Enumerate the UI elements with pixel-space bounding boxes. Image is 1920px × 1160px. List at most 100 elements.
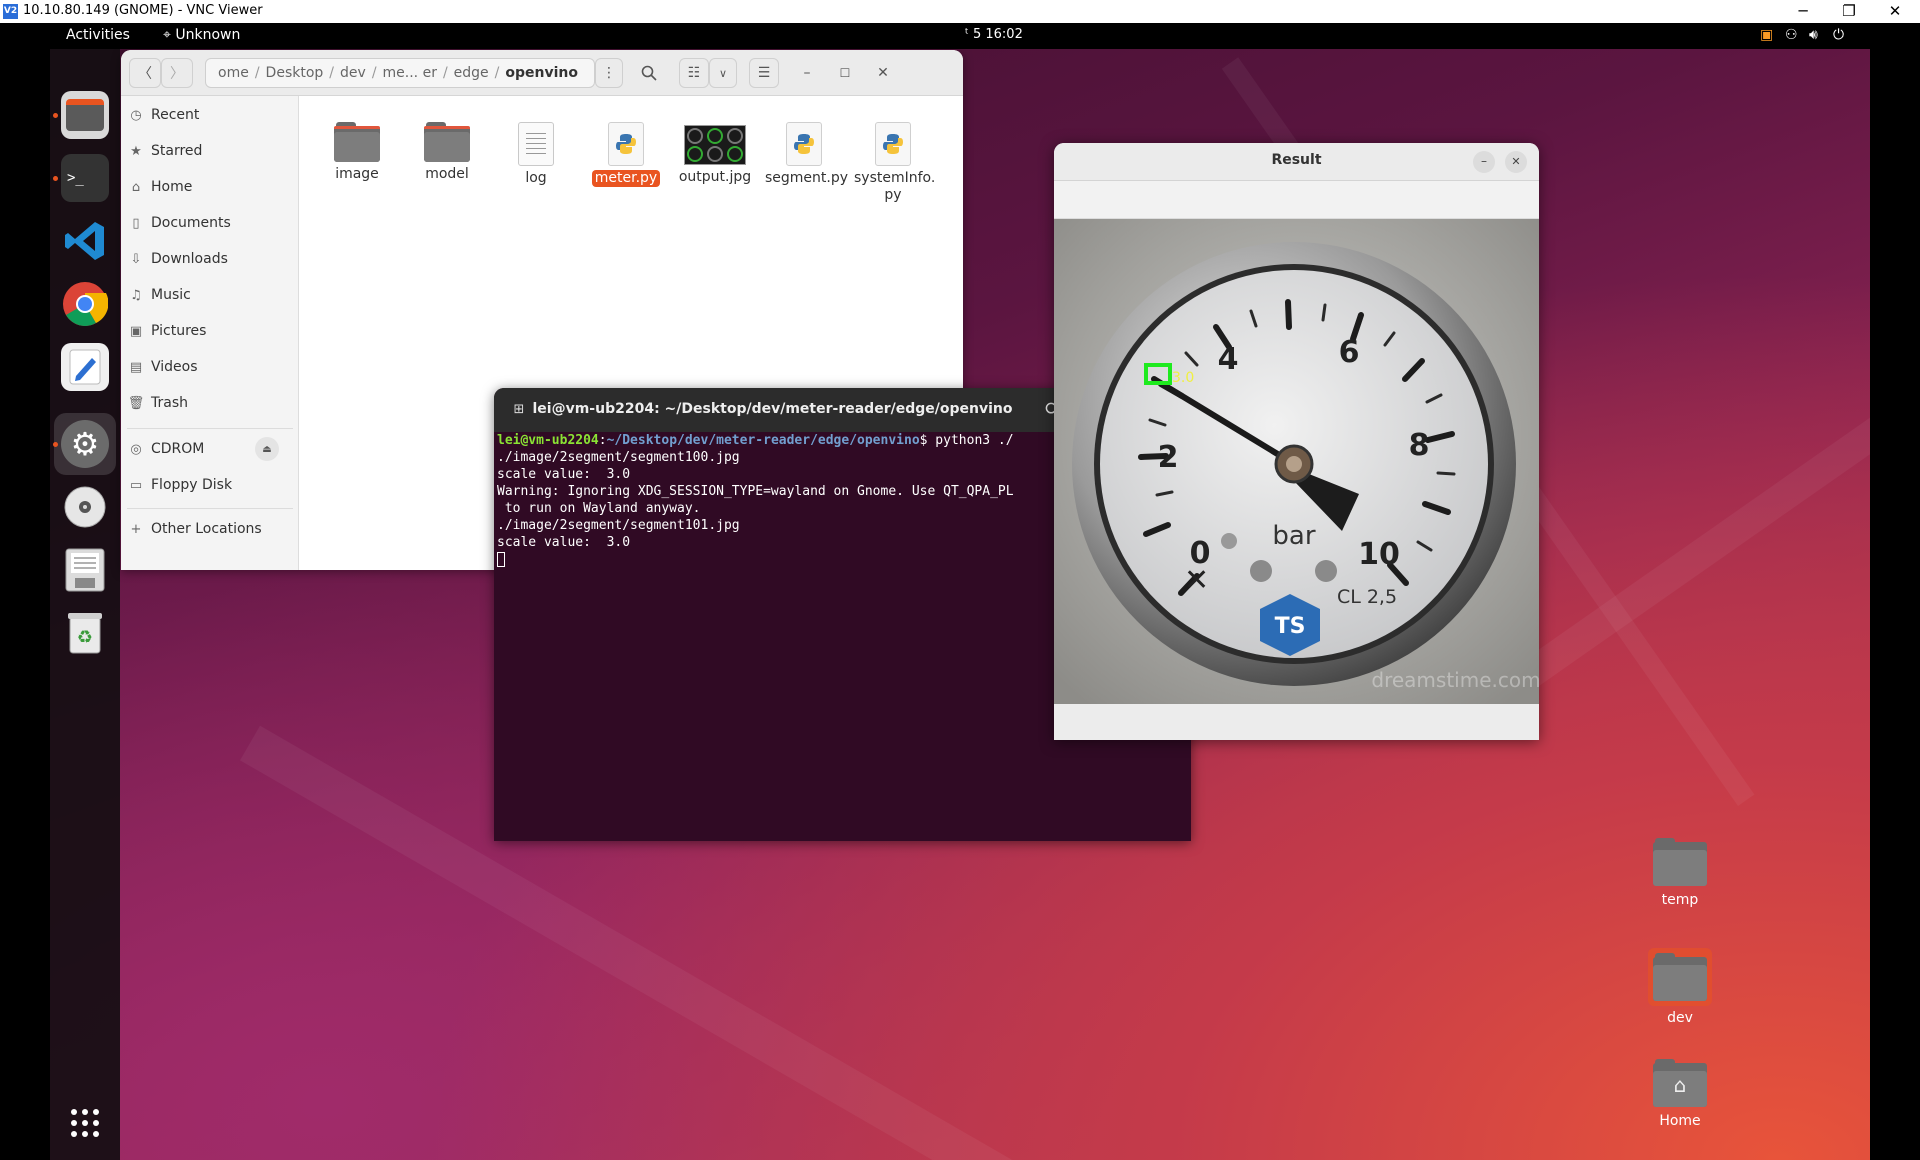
sidebar-item-label: Videos — [151, 359, 198, 375]
eject-icon[interactable]: ⏏ — [255, 437, 279, 461]
sidebar-item-pictures[interactable]: ▣ Pictures — [121, 316, 299, 346]
sidebar-item-other-locations[interactable]: + Other Locations — [121, 514, 299, 544]
desktop-icon-home[interactable]: ⌂ Home — [1635, 1059, 1725, 1129]
folder-icon — [1653, 838, 1707, 886]
result-headerbar: Result – ✕ — [1054, 143, 1539, 181]
forward-button[interactable]: 〉 — [161, 58, 193, 88]
star-icon: ★ — [130, 143, 142, 159]
sidebar-item-home[interactable]: ⌂ Home — [121, 172, 299, 202]
terminal-cursor — [497, 552, 505, 567]
vnc-close-button[interactable]: ✕ — [1872, 0, 1918, 23]
text-editor-icon[interactable] — [61, 343, 109, 391]
sidebar-item-floppy[interactable]: ▭ Floppy Disk — [121, 470, 299, 500]
sidebar-item-label: Documents — [151, 215, 231, 231]
sidebar-item-music[interactable]: ♫ Music — [121, 280, 299, 310]
sidebar-item-label: Starred — [151, 143, 203, 159]
file-name: model — [425, 166, 469, 182]
chevron-down-icon[interactable]: ∨ — [709, 58, 737, 88]
file-item-meter-py[interactable]: meter.py — [587, 122, 665, 187]
python-file-icon — [608, 122, 644, 166]
path-segment[interactable]: me... er — [377, 65, 443, 81]
sidebar-item-trash[interactable]: 🗑︎ Trash — [121, 388, 299, 418]
screen-share-icon[interactable]: ▣ — [1760, 27, 1773, 43]
svg-text:♻: ♻ — [77, 627, 93, 648]
sidebar-item-cdrom[interactable]: ◎ CDROM ⏏ — [121, 434, 299, 464]
path-segment[interactable]: edge — [448, 65, 495, 81]
disc-icon: ◎ — [130, 441, 142, 457]
trash-icon[interactable]: ♻ — [61, 609, 109, 657]
volume-icon[interactable]: 🔊︎ — [1809, 27, 1818, 43]
chrome-icon[interactable] — [61, 280, 109, 328]
maximize-button[interactable]: ☐ — [832, 58, 858, 88]
file-item-systeminfo-py[interactable]: systemInfo. py — [854, 122, 935, 204]
files-sidebar: ◷ Recent ★ Starred ⌂ Home ▯ Documents ⇩ Downl… — [121, 96, 299, 570]
activities-button[interactable]: Activities — [66, 27, 130, 43]
network-icon[interactable]: ⚇ — [1785, 27, 1798, 43]
app-menu[interactable]: ⌖ Unknown — [163, 27, 240, 43]
desktop-icon-temp[interactable]: temp — [1635, 838, 1725, 908]
plus-icon: + — [130, 521, 142, 537]
sidebar-item-recent[interactable]: ◷ Recent — [121, 100, 299, 130]
sidebar-item-videos[interactable]: ▤ Videos — [121, 352, 299, 382]
file-name: segment.py — [765, 170, 849, 186]
pressure-gauge-image: 0 2 4 6 8 10 bar CL 2,5 ✕ TS dreamstime.… — [1054, 219, 1539, 704]
download-icon: ⇩ — [130, 251, 142, 267]
power-icon[interactable]: ⏻ — [1833, 27, 1844, 43]
app-menu-label: Unknown — [175, 27, 241, 43]
close-button[interactable]: ✕ — [1505, 151, 1527, 173]
path-segment[interactable]: Desktop — [260, 65, 330, 81]
disc-icon[interactable] — [61, 483, 109, 531]
vnc-restore-button[interactable]: ❐ — [1826, 0, 1872, 23]
back-button[interactable]: 〈 — [129, 58, 161, 88]
sidebar-item-label: Pictures — [151, 323, 207, 339]
sidebar-item-documents[interactable]: ▯ Documents — [121, 208, 299, 238]
list-view-icon[interactable]: ☷ — [679, 58, 709, 88]
video-icon: ▤ — [129, 359, 143, 375]
file-item-log[interactable]: log — [497, 122, 575, 187]
detected-value-label: 3.0 — [1172, 370, 1194, 386]
hamburger-menu-icon[interactable]: ☰ — [749, 58, 779, 88]
path-segment[interactable]: ome — [212, 65, 255, 81]
files-headerbar: 〈 〉 ome / Desktop / dev / me... er / edge / o… — [121, 50, 963, 96]
clock-icon: ◷ — [130, 107, 142, 123]
desktop-icon-label: temp — [1661, 892, 1699, 908]
file-item-model[interactable]: model — [408, 122, 486, 183]
prompt-command: $ python3 ./ — [919, 433, 1014, 448]
floppy-icon[interactable] — [61, 546, 109, 594]
sidebar-item-label: Home — [151, 179, 193, 195]
sidebar-item-downloads[interactable]: ⇩ Downloads — [121, 244, 299, 274]
brand-logo-text: TS — [1275, 614, 1306, 639]
file-item-image[interactable]: image — [318, 122, 396, 183]
search-icon[interactable] — [633, 58, 665, 88]
running-indicator — [53, 176, 58, 181]
file-item-output-jpg[interactable]: output.jpg — [676, 122, 754, 186]
desktop-icon-dev[interactable]: dev — [1635, 948, 1725, 1026]
files-icon[interactable] — [61, 91, 109, 139]
path-segment[interactable]: dev — [334, 65, 372, 81]
path-menu-icon[interactable]: ⋮ — [595, 58, 623, 88]
minimize-button[interactable]: – — [1473, 151, 1495, 173]
vnc-minimize-button[interactable]: ─ — [1780, 0, 1826, 23]
close-button[interactable]: ✕ — [870, 58, 896, 88]
show-apps-grid-icon[interactable] — [61, 1099, 109, 1147]
running-indicator — [53, 442, 58, 447]
clock[interactable]: ᵗ 5 16:02 — [965, 27, 1023, 42]
file-name: meter.py — [587, 170, 665, 187]
minimize-button[interactable]: – — [794, 58, 820, 88]
file-name: output.jpg — [678, 169, 752, 185]
vnc-titlebar: V2 10.10.80.149 (GNOME) - VNC Viewer ─ ❐… — [0, 0, 1920, 23]
watermark-text: dreamstime.com — [1371, 668, 1539, 692]
desktop-icon-label: dev — [1667, 1010, 1693, 1026]
sidebar-item-label: Trash — [151, 395, 188, 411]
path-segment-current[interactable]: openvino — [499, 65, 584, 81]
prompt-path: ~/Desktop/dev/meter-reader/edge/openvino — [606, 433, 920, 448]
vscode-icon[interactable] — [61, 217, 109, 265]
remote-desktop: Activities ⌖ Unknown ᵗ 5 16:02 ▣ ⚇ 🔊︎ ⏻ … — [50, 23, 1870, 1160]
terminal-icon[interactable]: >_ — [61, 154, 109, 202]
file-item-segment-py[interactable]: segment.py — [765, 122, 849, 187]
result-toolbar — [1054, 181, 1539, 219]
sidebar-item-starred[interactable]: ★ Starred — [121, 136, 299, 166]
terminal-title: lei@vm-ub2204: ~/Desktop/dev/meter-reade… — [532, 401, 1013, 417]
settings-icon[interactable]: ⚙ — [61, 420, 109, 468]
folder-icon — [1653, 953, 1707, 1001]
